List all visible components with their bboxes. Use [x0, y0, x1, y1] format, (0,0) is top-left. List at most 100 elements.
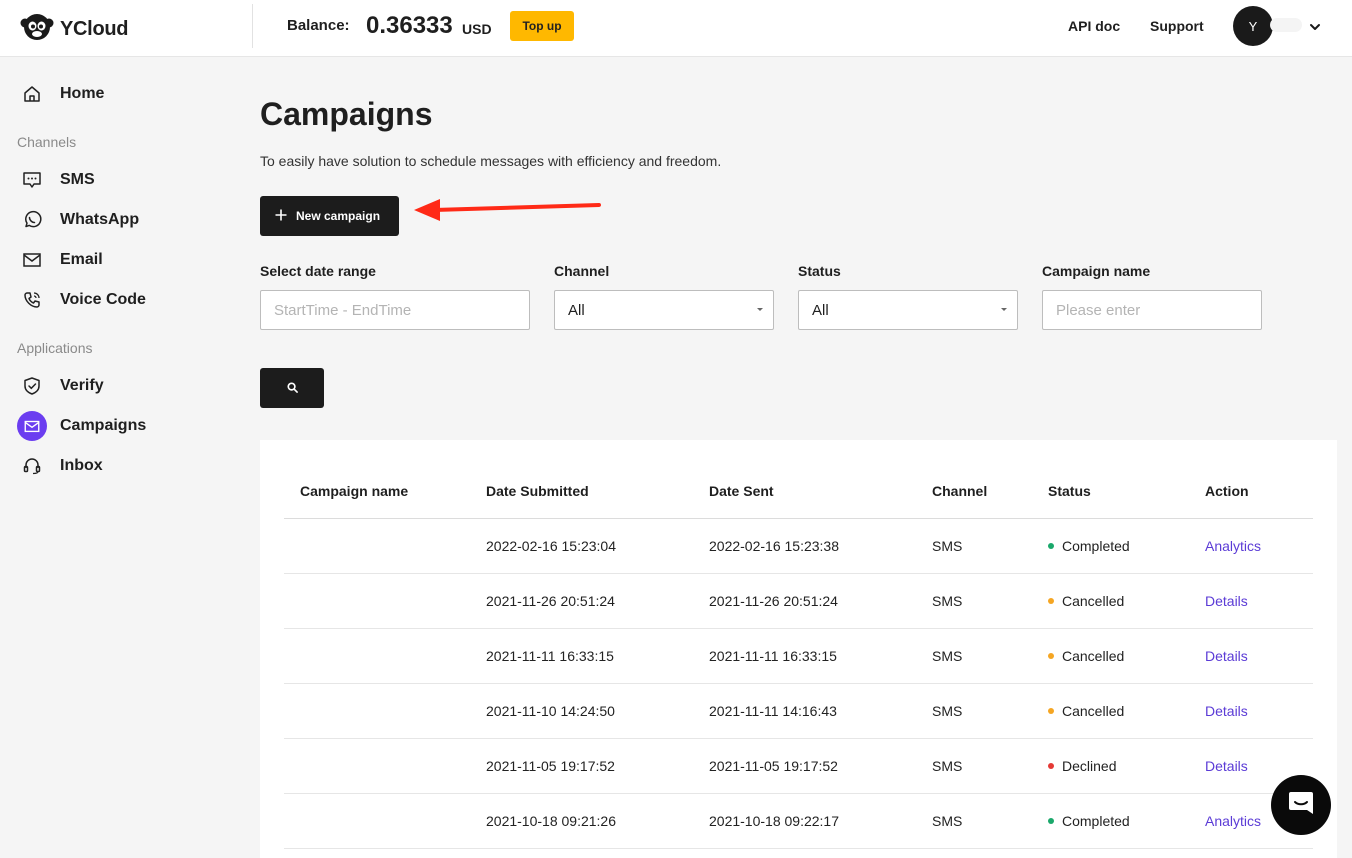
- chat-icon: [1286, 788, 1316, 823]
- brand-logo[interactable]: YCloud: [20, 12, 129, 47]
- status-dot-icon: [1048, 818, 1054, 825]
- page-subtitle: To easily have solution to schedule mess…: [260, 153, 722, 169]
- campaign-table: Campaign name Date Submitted Date Sent C…: [260, 440, 1337, 858]
- cell-date-submitted: 2021-11-05 19:17:52: [486, 758, 615, 774]
- balance-currency: USD: [462, 21, 492, 37]
- support-link[interactable]: Support: [1150, 18, 1204, 34]
- channel-label: Channel: [554, 263, 610, 279]
- column-header: Status: [1048, 483, 1091, 499]
- brand-name: YCloud: [60, 18, 129, 40]
- email-icon: [17, 245, 47, 275]
- home-icon: [17, 79, 47, 109]
- cell-channel: SMS: [932, 758, 963, 774]
- status-text: Cancelled: [1062, 593, 1125, 609]
- sms-icon: [17, 165, 47, 195]
- row-action-link[interactable]: Analytics: [1205, 538, 1261, 554]
- table-row: 2021-11-05 19:17:52 2021-11-05 19:17:52 SM…: [284, 739, 1313, 794]
- sidebar-item-label: WhatsApp: [60, 211, 140, 228]
- cell-channel: SMS: [932, 813, 963, 829]
- status-text: Cancelled: [1062, 703, 1125, 719]
- avatar[interactable]: Y: [1233, 6, 1273, 46]
- cell-date-submitted: 2021-10-18 09:21:26: [486, 813, 616, 829]
- column-header: Date Sent: [709, 483, 774, 499]
- sidebar-item-label: Inbox: [60, 457, 103, 474]
- status-badge: Declined: [1048, 758, 1116, 774]
- cell-channel: SMS: [932, 538, 963, 554]
- table-row: 2021-11-11 16:33:15 2021-11-11 16:33:15 SM…: [284, 629, 1313, 684]
- search-icon: [286, 381, 298, 396]
- column-header: Date Submitted: [486, 483, 589, 499]
- cell-date-sent: 2021-10-18 09:22:17: [709, 813, 839, 829]
- sidebar-item-email[interactable]: Email: [17, 244, 103, 276]
- status-label: Status: [798, 263, 841, 279]
- table-row: 2021-11-26 20:51:24 2021-11-26 20:51:24 SM…: [284, 574, 1313, 629]
- cell-channel: SMS: [932, 593, 963, 609]
- row-action-link[interactable]: Analytics: [1205, 813, 1261, 829]
- api-doc-link[interactable]: API doc: [1068, 18, 1120, 34]
- section-channels: Channels: [17, 134, 77, 150]
- caret-down-icon: [757, 308, 763, 311]
- header-divider: [252, 4, 253, 48]
- new-campaign-button[interactable]: New campaign: [260, 196, 399, 236]
- status-text: Declined: [1062, 758, 1117, 774]
- status-text: Completed: [1062, 813, 1130, 829]
- status-dot-icon: [1048, 598, 1054, 605]
- cell-date-submitted: 2021-11-26 20:51:24: [486, 593, 615, 609]
- column-header: Campaign name: [300, 483, 409, 499]
- table-row: 2021-11-10 14:24:50 2021-11-11 14:16:43 SM…: [284, 684, 1313, 739]
- sidebar-item-label: Home: [60, 85, 105, 102]
- search-button[interactable]: [260, 368, 324, 408]
- status-badge: Cancelled: [1048, 593, 1124, 609]
- row-action-link[interactable]: Details: [1205, 648, 1248, 664]
- page-title: Campaigns: [260, 96, 433, 132]
- table-row: 2021-10-18 09:21:26 2021-10-18 09:22:17 SM…: [284, 794, 1313, 849]
- sidebar-item-sms[interactable]: SMS: [17, 164, 95, 196]
- channel-select-value: All: [568, 301, 585, 319]
- sidebar-item-verify[interactable]: Verify: [17, 370, 104, 402]
- channel-select[interactable]: All: [554, 290, 774, 330]
- campaign-mail-icon: [17, 411, 47, 441]
- sidebar-item-label: Campaigns: [60, 417, 147, 434]
- status-text: Completed: [1062, 538, 1130, 554]
- cell-date-sent: 2022-02-16 15:23:38: [709, 538, 839, 554]
- whatsapp-icon: [17, 205, 47, 235]
- cell-channel: SMS: [932, 648, 963, 664]
- row-action-link[interactable]: Details: [1205, 593, 1248, 609]
- status-dot-icon: [1048, 653, 1054, 660]
- table-row: 2022-02-16 15:23:04 2022-02-16 15:23:38 SM…: [284, 519, 1313, 574]
- headset-icon: [17, 451, 47, 481]
- column-header: Action: [1205, 483, 1249, 499]
- cell-channel: SMS: [932, 703, 963, 719]
- status-badge: Cancelled: [1048, 648, 1124, 664]
- sidebar-item-campaigns[interactable]: Campaigns: [17, 410, 146, 442]
- username-redacted: [1270, 18, 1302, 32]
- campaign-name-input[interactable]: Please enter: [1042, 290, 1262, 330]
- date-range-placeholder: StartTime - EndTime: [274, 301, 412, 319]
- cell-date-sent: 2021-11-26 20:51:24: [709, 593, 838, 609]
- sidebar-item-voice-code[interactable]: Voice Code: [17, 284, 146, 316]
- sidebar-item-home[interactable]: Home: [17, 78, 104, 110]
- top-up-button[interactable]: Top up: [510, 11, 574, 41]
- row-action-link[interactable]: Details: [1205, 758, 1248, 774]
- date-range-input[interactable]: StartTime - EndTime: [260, 290, 530, 330]
- sidebar-item-inbox[interactable]: Inbox: [17, 450, 103, 482]
- status-badge: Completed: [1048, 813, 1130, 829]
- row-action-link[interactable]: Details: [1205, 703, 1248, 719]
- status-select[interactable]: All: [798, 290, 1018, 330]
- chat-widget-button[interactable]: [1271, 775, 1331, 835]
- cell-date-sent: 2021-11-05 19:17:52: [709, 758, 838, 774]
- sidebar: Home Channels SMS WhatsApp Email Voice C…: [0, 57, 240, 858]
- status-text: Cancelled: [1062, 648, 1125, 664]
- campaign-name-label: Campaign name: [1042, 263, 1151, 279]
- chevron-down-icon[interactable]: [1308, 20, 1322, 39]
- section-applications: Applications: [17, 340, 93, 356]
- sidebar-item-whatsapp[interactable]: WhatsApp: [17, 204, 139, 236]
- monkey-logo-icon: [20, 12, 54, 47]
- column-header: Channel: [932, 483, 988, 499]
- sidebar-item-label: Verify: [60, 377, 104, 394]
- balance-label: Balance:: [287, 17, 350, 34]
- cell-date-sent: 2021-11-11 16:33:15: [709, 648, 837, 664]
- sidebar-item-label: SMS: [60, 171, 95, 188]
- shield-check-icon: [17, 371, 47, 401]
- new-campaign-label: New campaign: [296, 209, 381, 223]
